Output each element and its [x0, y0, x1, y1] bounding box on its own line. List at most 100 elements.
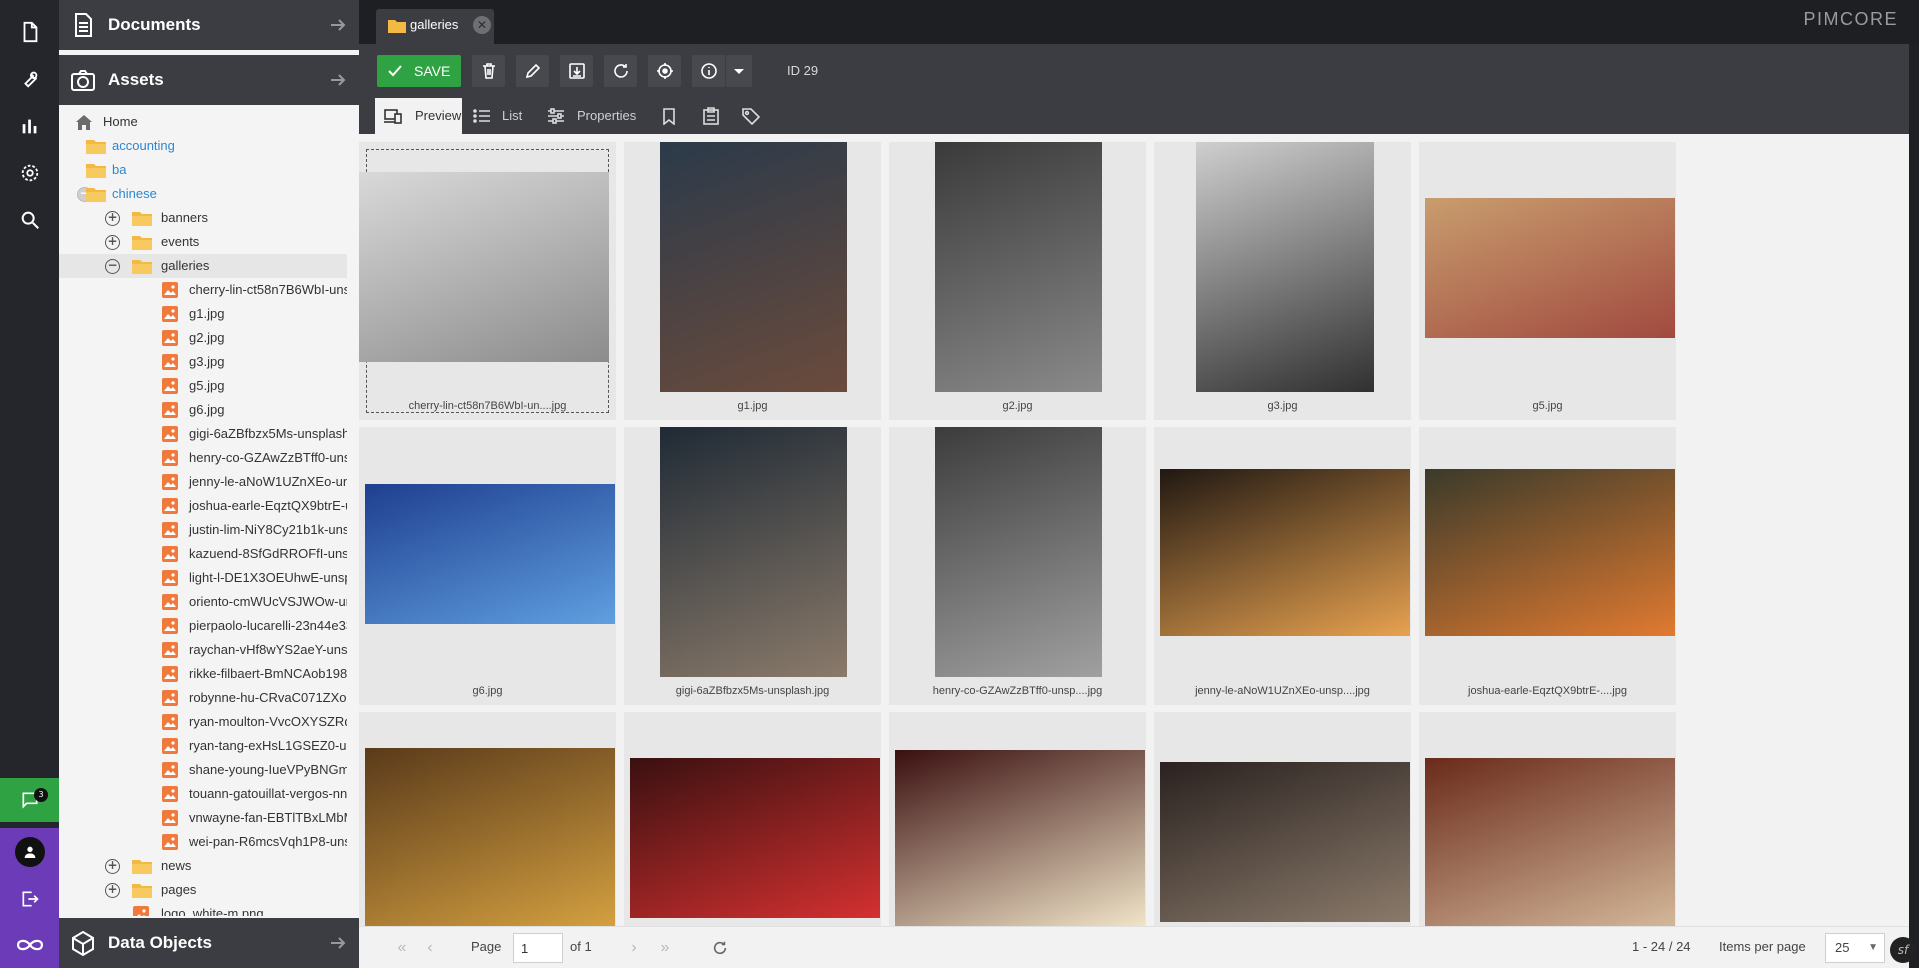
arrow-right-icon[interactable] — [329, 16, 347, 34]
gear-icon[interactable] — [0, 149, 59, 196]
tree-item-file[interactable]: shane-young-IueVPyBNGmg — [59, 758, 347, 782]
reload-button[interactable] — [604, 55, 637, 87]
assets-panel-title: Assets — [108, 70, 164, 89]
tree-item-file[interactable]: g2.jpg — [59, 326, 347, 350]
tree-item-chinese[interactable]: − chinese — [59, 182, 347, 206]
tree-item-banners[interactable]: + banners — [59, 206, 347, 230]
tree-item-label: news — [161, 858, 192, 873]
logout-button[interactable] — [0, 875, 59, 922]
first-page-icon[interactable]: « — [393, 939, 411, 957]
tree-item-pages[interactable]: + pages — [59, 878, 347, 902]
asset-thumbnail[interactable]: jenny-le-aNoW1UZnXEo-unsp....jpg — [1154, 427, 1411, 705]
asset-id-label: ID 29 — [787, 63, 819, 78]
arrow-right-icon[interactable] — [329, 71, 347, 89]
asset-thumbnail[interactable] — [889, 712, 1146, 926]
more-options-dropdown[interactable] — [726, 55, 752, 87]
tree-item-ba[interactable]: ba — [59, 158, 347, 182]
locate-in-tree-button[interactable] — [648, 55, 681, 87]
asset-thumbnail[interactable] — [1419, 712, 1676, 926]
bar-chart-icon[interactable] — [0, 102, 59, 149]
tree-item-logo[interactable]: logo_white-m.png — [59, 902, 347, 916]
symfony-toolbar-icon[interactable]: sf — [1890, 937, 1916, 963]
tree-item-file[interactable]: pierpaolo-lucarelli-23n44e33 — [59, 614, 347, 638]
asset-thumbnail[interactable]: g6.jpg — [359, 427, 616, 705]
search-icon[interactable] — [0, 196, 59, 243]
notifications-button[interactable]: 3 — [0, 778, 59, 822]
tree-item-events[interactable]: + events — [59, 230, 347, 254]
last-page-icon[interactable]: » — [656, 939, 674, 957]
asset-thumbnail[interactable] — [359, 712, 616, 926]
tab-galleries[interactable]: galleries ✕ — [376, 9, 494, 44]
tree-item-file[interactable]: wei-pan-R6mcsVqh1P8-unsplash.jpg — [59, 830, 347, 854]
info-button[interactable] — [692, 55, 725, 87]
documents-panel-header[interactable]: Documents — [59, 0, 359, 50]
tree-item-file[interactable]: ryan-tang-exHsL1GSEZ0-unsplash.jpg — [59, 734, 347, 758]
editor-toolbar: SAVE ID 29 Preview List Properties — [359, 44, 1909, 134]
tree-item-file[interactable]: cherry-lin-ct58n7B6WbI-unsplash.jpg — [59, 278, 347, 302]
tree-item-label: pages — [161, 882, 197, 897]
collapse-icon[interactable]: − — [105, 259, 120, 274]
tree-item-file[interactable]: g5.jpg — [59, 374, 347, 398]
asset-thumbnail[interactable]: g5.jpg — [1419, 142, 1676, 420]
tree-item-file[interactable]: vnwayne-fan-EBTlTBxLMbM-unsplash.jpg — [59, 806, 347, 830]
asset-thumbnail[interactable]: g2.jpg — [889, 142, 1146, 420]
tree-item-file[interactable]: jenny-le-aNoW1UZnXEo-unsplash.jpg — [59, 470, 347, 494]
tree-item-file[interactable]: robynne-hu-CRvaC071ZXo-unsplash.jpg — [59, 686, 347, 710]
asset-thumbnail[interactable] — [1154, 712, 1411, 926]
tree-item-file[interactable]: rikke-filbaert-BmNCAob198g — [59, 662, 347, 686]
thumbnail-image — [935, 142, 1102, 392]
tree-item-home[interactable]: Home — [59, 110, 347, 134]
tree-item-news[interactable]: + news — [59, 854, 347, 878]
tree-item-file[interactable]: henry-co-GZAwZzBTff0-unsplash.jpg — [59, 446, 347, 470]
tree-item-file[interactable]: justin-lim-NiY8Cy21b1k-unsplash.jpg — [59, 518, 347, 542]
asset-thumbnail[interactable]: henry-co-GZAwZzBTff0-unsp....jpg — [889, 427, 1146, 705]
asset-thumbnail[interactable]: cherry-lin-ct58n7B6WbI-un....jpg — [359, 142, 616, 420]
tree-item-accounting[interactable]: accounting — [59, 134, 347, 158]
next-page-icon[interactable]: › — [625, 939, 643, 957]
tree-item-file[interactable]: g3.jpg — [59, 350, 347, 374]
expand-icon[interactable]: + — [105, 859, 120, 874]
tree-item-file[interactable]: joshua-earle-EqztQX9btrE-unsplash.jpg — [59, 494, 347, 518]
tree-item-file[interactable]: g6.jpg — [59, 398, 347, 422]
tree-item-file[interactable]: touann-gatouillat-vergos-nn — [59, 782, 347, 806]
asset-thumbnail[interactable]: g1.jpg — [624, 142, 881, 420]
page-number-input[interactable] — [513, 933, 563, 963]
tab-notes[interactable] — [693, 98, 729, 134]
tree-item-file[interactable]: light-l-DE1X3OEUhwE-unsplash.jpg — [59, 566, 347, 590]
asset-thumbnail[interactable]: joshua-earle-EqztQX9btrE-....jpg — [1419, 427, 1676, 705]
asset-thumbnail[interactable]: g3.jpg — [1154, 142, 1411, 420]
assets-panel-header[interactable]: Assets — [59, 55, 359, 105]
tree-item-file[interactable]: oriento-cmWUcVSJWOw-unsplash.jpg — [59, 590, 347, 614]
tree-item-file[interactable]: kazuend-8SfGdRROFfI-unsplash.jpg — [59, 542, 347, 566]
tree-item-file[interactable]: raychan-vHf8wYS2aeY-unsplash.jpg — [59, 638, 347, 662]
previous-page-icon[interactable]: ‹ — [421, 939, 439, 957]
tab-list[interactable]: List — [462, 98, 537, 134]
arrow-right-icon[interactable] — [329, 934, 347, 952]
tree-item-galleries[interactable]: − galleries — [59, 254, 347, 278]
expand-icon[interactable]: + — [105, 235, 120, 250]
delete-button[interactable] — [472, 55, 505, 87]
asset-thumbnail[interactable] — [624, 712, 881, 926]
asset-thumbnail[interactable]: gigi-6aZBfbzx5Ms-unsplash.jpg — [624, 427, 881, 705]
tree-item-file[interactable]: g1.jpg — [59, 302, 347, 326]
tab-versions[interactable] — [651, 98, 687, 134]
wrench-icon[interactable] — [0, 55, 59, 102]
tab-properties[interactable]: Properties — [537, 98, 645, 134]
image-file-icon — [161, 305, 179, 323]
data-objects-panel-header[interactable]: Data Objects — [59, 918, 359, 968]
close-icon[interactable]: ✕ — [473, 16, 491, 34]
rename-button[interactable] — [516, 55, 549, 87]
tree-item-file[interactable]: gigi-6aZBfbzx5Ms-unsplash.jpg — [59, 422, 347, 446]
file-icon[interactable] — [0, 8, 59, 55]
refresh-icon[interactable] — [712, 940, 728, 956]
items-per-page-select[interactable]: 25 ▼ — [1825, 933, 1885, 963]
pimcore-logo-icon[interactable] — [0, 922, 59, 968]
tab-tags[interactable] — [733, 98, 769, 134]
save-button[interactable]: SAVE — [377, 55, 461, 87]
user-avatar-button[interactable] — [0, 828, 59, 875]
expand-icon[interactable]: + — [105, 883, 120, 898]
tab-preview[interactable]: Preview — [375, 98, 462, 134]
tree-item-file[interactable]: ryan-moulton-VvcOXYSZRdc — [59, 710, 347, 734]
download-button[interactable] — [560, 55, 593, 87]
expand-icon[interactable]: + — [105, 211, 120, 226]
